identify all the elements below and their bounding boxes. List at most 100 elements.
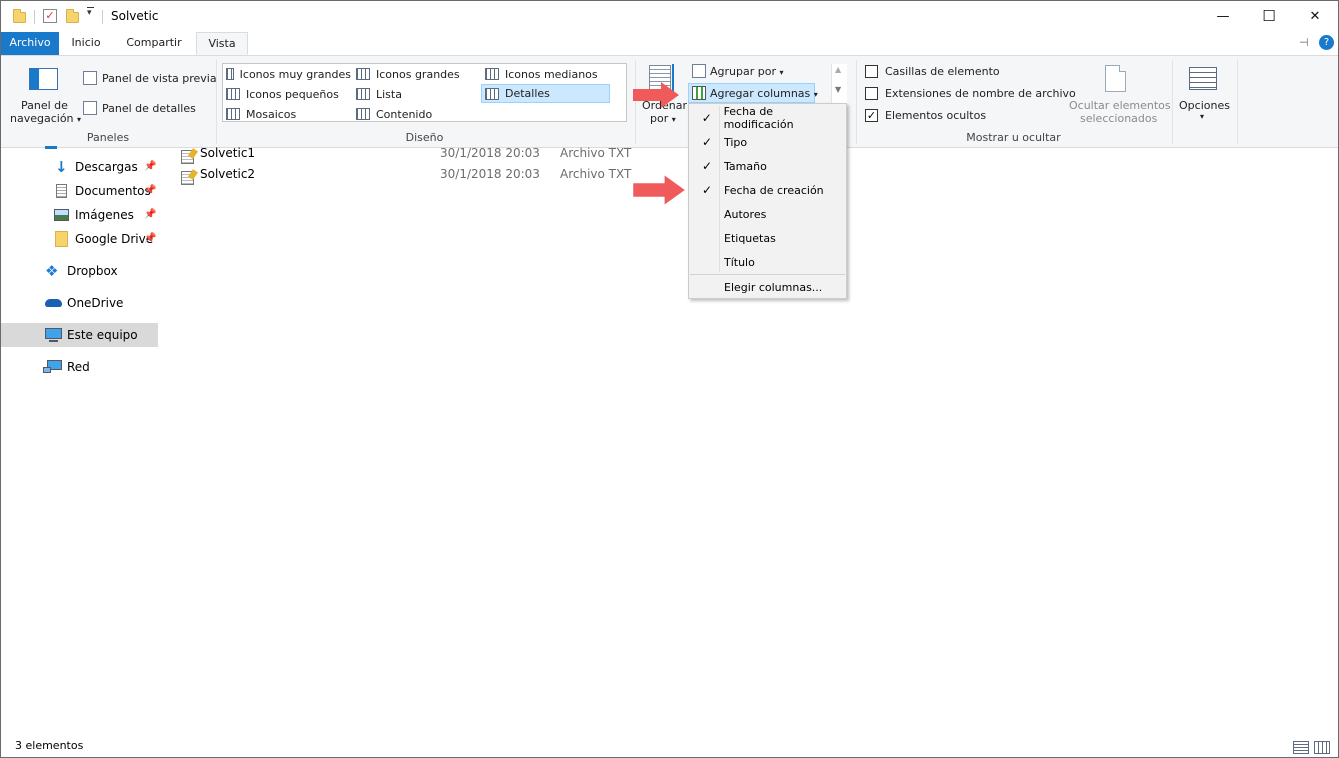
chevron-down-icon: ▾ xyxy=(813,90,818,99)
sort-by-label-2: por xyxy=(650,112,669,125)
pictures-icon xyxy=(54,209,69,221)
layout-large-icons[interactable]: Iconos grandes xyxy=(353,65,479,83)
tab-file[interactable]: Archivo xyxy=(1,32,59,55)
dropbox-icon: ❖ xyxy=(45,262,59,280)
navigation-pane-label-1[interactable]: Panel de xyxy=(21,99,68,112)
menu-item-label: Fecha de creación xyxy=(724,183,824,197)
menu-item-tags[interactable]: Etiquetas xyxy=(690,226,845,250)
tab-home[interactable]: Inicio xyxy=(61,32,111,55)
preview-pane-button[interactable]: Panel de vista previa xyxy=(102,72,217,85)
customize-toolbar-icon[interactable]: ▾ xyxy=(87,8,92,18)
small-icons-icon xyxy=(226,88,240,100)
layout-item-label: Mosaicos xyxy=(246,107,297,121)
layout-item-label: Iconos medianos xyxy=(505,67,598,81)
group-separator xyxy=(856,60,857,144)
help-icon[interactable]: ? xyxy=(1319,35,1334,50)
nav-item-dropbox[interactable]: ❖ Dropbox xyxy=(1,259,158,283)
minimize-button[interactable]: — xyxy=(1200,1,1246,31)
status-item-count: 3 elementos xyxy=(15,739,84,752)
menu-item-type[interactable]: ✓ Tipo xyxy=(690,130,845,154)
nav-item-onedrive[interactable]: OneDrive xyxy=(1,291,158,315)
medium-icons-icon xyxy=(485,68,499,80)
menu-item-label: Tipo xyxy=(724,135,748,149)
file-extensions-checkbox[interactable] xyxy=(865,87,878,100)
tab-view[interactable]: Vista xyxy=(196,32,248,55)
hidden-items-checkbox[interactable]: ✓ xyxy=(865,109,878,122)
layout-tiles[interactable]: Mosaicos xyxy=(223,105,351,123)
add-columns-label-wrap: Agregar columnas ▾ xyxy=(710,87,818,100)
menu-item-choose-columns[interactable]: Elegir columnas... xyxy=(690,275,845,299)
computer-stand xyxy=(49,340,58,342)
item-checkboxes-label[interactable]: Casillas de elemento xyxy=(885,65,1000,78)
add-columns-menu: ✓ Fecha de modificación ✓ Tipo ✓ Tamaño … xyxy=(688,103,847,299)
item-checkboxes-checkbox[interactable] xyxy=(865,65,878,78)
layout-extra-large-icons[interactable]: Iconos muy grandes xyxy=(223,65,351,83)
nav-item-this-pc[interactable]: Este equipo xyxy=(1,323,158,347)
details-icon xyxy=(485,87,499,100)
nav-item-label: Imágenes xyxy=(75,208,134,222)
close-button[interactable]: ✕ xyxy=(1292,1,1338,31)
pin-icon[interactable]: 📌 xyxy=(144,209,156,220)
hide-selected-icon xyxy=(1105,65,1126,92)
hidden-items-label[interactable]: Elementos ocultos xyxy=(885,109,986,122)
check-icon: ✓ xyxy=(701,183,713,197)
chevron-down-icon[interactable]: ▾ xyxy=(1200,112,1204,121)
layout-medium-icons[interactable]: Iconos medianos xyxy=(482,65,610,83)
file-name: Solvetic1 xyxy=(200,146,256,160)
nav-item-label: Red xyxy=(67,360,90,374)
options-button[interactable]: Opciones xyxy=(1179,99,1230,112)
window-title: Solvetic xyxy=(111,9,159,23)
nav-item-pictures[interactable]: Imágenes 📌 xyxy=(1,203,158,227)
pin-icon[interactable]: 📌 xyxy=(144,233,156,244)
layout-list[interactable]: Lista xyxy=(353,85,479,103)
nav-item-documents[interactable]: Documentos 📌 xyxy=(1,179,158,203)
layout-gallery: Iconos muy grandes Iconos grandes Iconos… xyxy=(222,63,847,123)
properties-icon[interactable]: ✓ xyxy=(43,9,57,23)
large-icons-view-icon[interactable] xyxy=(1314,741,1330,754)
separator xyxy=(34,10,35,24)
menu-item-date-created[interactable]: ✓ Fecha de creación xyxy=(690,178,845,202)
menu-item-size[interactable]: ✓ Tamaño xyxy=(690,154,845,178)
nav-item-network[interactable]: Red xyxy=(1,355,158,379)
nav-item-downloads[interactable]: ↓ Descargas 📌 xyxy=(1,155,158,179)
navigation-pane-button[interactable]: navegación ▾ xyxy=(10,112,81,125)
scroll-up-icon[interactable]: ▲ xyxy=(835,65,841,74)
details-view-icon[interactable] xyxy=(1293,741,1309,754)
check-icon: ✓ xyxy=(701,135,713,149)
menu-item-label: Etiquetas xyxy=(724,231,776,245)
group-by-button[interactable]: Agrupar por ▾ xyxy=(710,65,784,78)
text-file-icon xyxy=(181,149,194,164)
table-row[interactable]: Solvetic2 30/1/2018 20:03 Archivo TXT xyxy=(179,164,639,185)
content-icon xyxy=(356,108,370,120)
menu-item-authors[interactable]: Autores xyxy=(690,202,845,226)
layout-details[interactable]: Detalles xyxy=(481,84,610,103)
layout-small-icons[interactable]: Iconos pequeños xyxy=(223,85,351,103)
new-folder-icon[interactable] xyxy=(66,9,79,23)
add-columns-button[interactable]: Agregar columnas ▾ xyxy=(688,83,818,103)
details-pane-button[interactable]: Panel de detalles xyxy=(102,102,196,115)
sort-by-button[interactable]: por ▾ xyxy=(650,112,676,125)
layout-item-label: Iconos muy grandes xyxy=(239,67,351,81)
scroll-down-icon[interactable]: ▼ xyxy=(835,85,841,94)
tab-share[interactable]: Compartir xyxy=(118,32,190,55)
pin-icon[interactable]: 📌 xyxy=(144,161,156,172)
pin-icon[interactable]: 📌 xyxy=(144,185,156,196)
layout-item-label: Iconos pequeños xyxy=(246,87,339,101)
menu-item-date-modified[interactable]: ✓ Fecha de modificación xyxy=(690,105,845,131)
folder-icon xyxy=(55,231,68,247)
maximize-button[interactable]: ☐ xyxy=(1246,1,1292,31)
customize-toolbar-bar xyxy=(87,7,94,8)
nav-item-label: OneDrive xyxy=(67,296,124,310)
document-icon xyxy=(56,184,67,198)
table-row[interactable]: Solvetic1 30/1/2018 20:03 Archivo TXT xyxy=(179,143,639,164)
group-separator xyxy=(1237,60,1238,144)
layout-content[interactable]: Contenido xyxy=(353,105,479,123)
navigation-pane-icon xyxy=(29,68,58,90)
chevron-down-icon: ▾ xyxy=(77,115,82,124)
menu-item-label: Fecha de modificación xyxy=(723,105,794,131)
tiles-icon xyxy=(226,108,240,120)
pin-ribbon-icon[interactable]: ⊣ xyxy=(1299,36,1309,49)
nav-item-google-drive[interactable]: Google Drive 📌 xyxy=(1,227,158,251)
file-extensions-label[interactable]: Extensiones de nombre de archivo xyxy=(885,87,1076,100)
menu-item-title[interactable]: Título xyxy=(690,250,845,274)
